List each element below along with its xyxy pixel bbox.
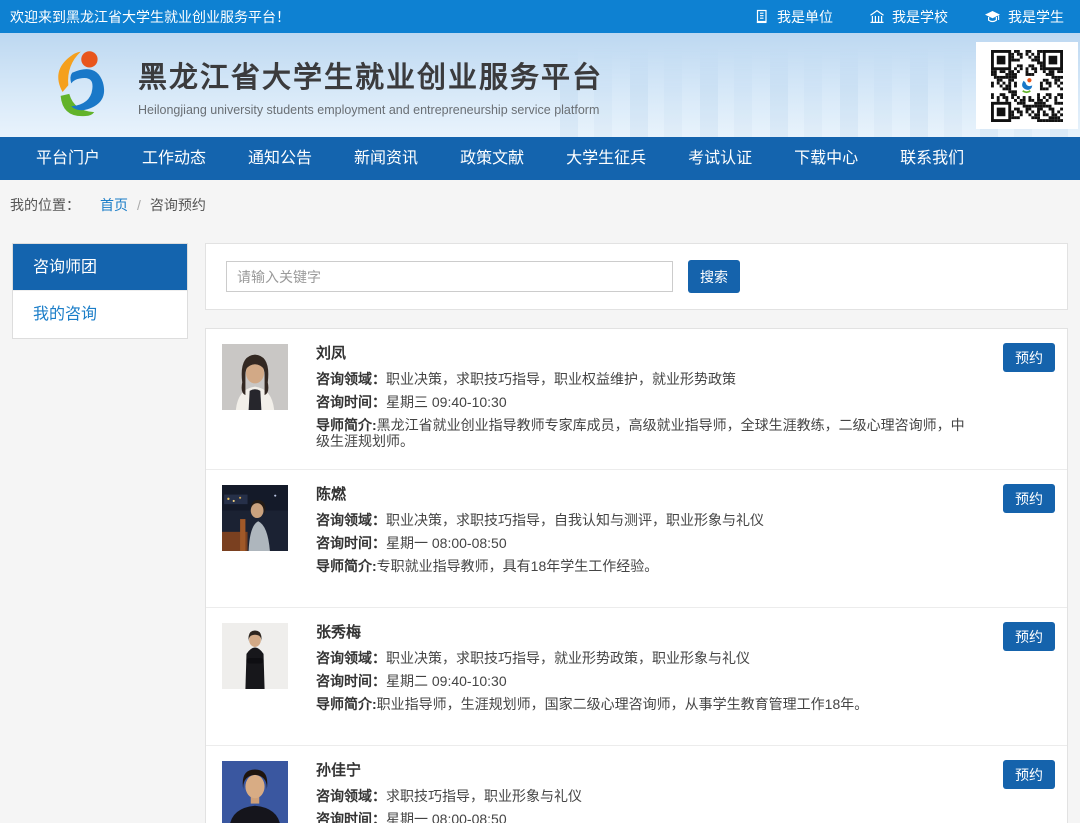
school-icon [869,9,885,24]
breadcrumb-label: 我的位置： [10,195,80,215]
time-label: 咨询时间： [316,535,386,551]
breadcrumb-separator: / [137,197,141,213]
i-am-unit-label: 我是单位 [777,7,833,27]
consultant-time: 咨询时间：星期二 09:40-10:30 [316,673,971,689]
qr-code [976,42,1078,129]
fields-value: 职业决策，求职技巧指导，自我认知与测评，职业形象与礼仪 [386,512,764,528]
site-title: 黑龙江省大学生就业创业服务平台 [138,54,603,96]
nav-item-7[interactable]: 下载中心 [773,137,879,180]
consultant-name: 孙佳宁 [316,761,971,781]
consultant-fields: 咨询领域：职业决策，求职技巧指导，就业形势政策，职业形象与礼仪 [316,650,971,666]
fields-label: 咨询领域： [316,371,386,387]
welcome-text: 欢迎来到黑龙江省大学生就业创业服务平台！ [10,7,290,27]
book-button[interactable]: 预约 [1003,760,1055,789]
intro-label: 导师简介: [316,417,377,433]
time-value: 星期二 09:40-10:30 [386,673,507,689]
i-am-school-link[interactable]: 我是学校 [869,7,948,27]
time-value: 星期一 08:00-08:50 [386,811,507,823]
book-button[interactable]: 预约 [1003,343,1055,372]
student-icon [984,9,1001,24]
nav-item-2[interactable]: 通知公告 [227,137,333,180]
book-button[interactable]: 预约 [1003,484,1055,513]
consultant-card: 孙佳宁 咨询领域：求职技巧指导，职业形象与礼仪 咨询时间：星期一 08:00-0… [206,746,1067,823]
nav-item-0[interactable]: 平台门户 [15,137,121,180]
i-am-student-label: 我是学生 [1008,7,1064,27]
sidebar: 咨询师团 我的咨询 [12,243,188,339]
consultant-photo [222,485,288,551]
intro-label: 导师简介: [316,558,377,574]
consultant-info: 陈燃 咨询领域：职业决策，求职技巧指导，自我认知与测评，职业形象与礼仪 咨询时间… [316,485,971,574]
consultant-fields: 咨询领域：职业决策，求职技巧指导，职业权益维护，就业形势政策 [316,371,971,387]
main-panel: 搜索 刘凤 咨询领域：职业决策，求职技巧指导，职业权益维护，就业形势政策 咨询时… [205,243,1068,823]
i-am-student-link[interactable]: 我是学生 [984,7,1064,27]
sidebar-item-my-consultations[interactable]: 我的咨询 [13,291,187,338]
site-subtitle: Heilongjiang university students employm… [138,103,603,117]
breadcrumb-current: 咨询预约 [150,195,206,215]
consultant-card: 刘凤 咨询领域：职业决策，求职技巧指导，职业权益维护，就业形势政策 咨询时间：星… [206,329,1067,470]
consultant-fields: 咨询领域：职业决策，求职技巧指导，自我认知与测评，职业形象与礼仪 [316,512,971,528]
consultant-fields: 咨询领域：求职技巧指导，职业形象与礼仪 [316,788,971,804]
consultant-intro: 导师简介:职业指导师，生涯规划师，国家二级心理咨询师，从事学生教育管理工作18年… [316,696,971,712]
nav-item-1[interactable]: 工作动态 [121,137,227,180]
unit-icon [755,9,770,24]
consultant-list: 刘凤 咨询领域：职业决策，求职技巧指导，职业权益维护，就业形势政策 咨询时间：星… [205,328,1068,823]
i-am-school-label: 我是学校 [892,7,948,27]
search-input[interactable] [226,261,673,292]
nav-item-4[interactable]: 政策文献 [439,137,545,180]
fields-value: 职业决策，求职技巧指导，就业形势政策，职业形象与礼仪 [386,650,750,666]
brand-block: 黑龙江省大学生就业创业服务平台 Heilongjiang university … [138,54,603,117]
sidebar-item-consultant-team[interactable]: 咨询师团 [13,244,187,291]
consultant-name: 陈燃 [316,485,971,505]
breadcrumb: 我的位置： 首页 / 咨询预约 [0,180,1080,230]
nav-item-8[interactable]: 联系我们 [879,137,985,180]
time-value: 星期一 08:00-08:50 [386,535,507,551]
book-button[interactable]: 预约 [1003,622,1055,651]
time-label: 咨询时间： [316,673,386,689]
site-logo-icon [28,44,124,126]
intro-value: 专职就业指导教师，具有18年学生工作经验。 [377,558,659,574]
time-label: 咨询时间： [316,394,386,410]
consultant-time: 咨询时间：星期一 08:00-08:50 [316,811,971,823]
consultant-time: 咨询时间：星期一 08:00-08:50 [316,535,971,551]
i-am-unit-link[interactable]: 我是单位 [755,7,833,27]
consultant-intro: 导师简介:专职就业指导教师，具有18年学生工作经验。 [316,558,971,574]
fields-label: 咨询领域： [316,788,386,804]
breadcrumb-home-link[interactable]: 首页 [100,195,128,215]
nav-item-6[interactable]: 考试认证 [667,137,773,180]
consultant-photo [222,761,288,823]
nav-item-3[interactable]: 新闻资讯 [333,137,439,180]
intro-value: 黑龙江省就业创业指导教师专家库成员，高级就业指导师，全球生涯教练，二级心理咨询师… [316,417,965,449]
consultant-card: 陈燃 咨询领域：职业决策，求职技巧指导，自我认知与测评，职业形象与礼仪 咨询时间… [206,470,1067,608]
topbar-links: 我是单位 我是学校 我是学生 [755,7,1064,27]
consultant-photo [222,344,288,410]
consultant-info: 张秀梅 咨询领域：职业决策，求职技巧指导，就业形势政策，职业形象与礼仪 咨询时间… [316,623,971,712]
consultant-time: 咨询时间：星期三 09:40-10:30 [316,394,971,410]
site-header: 黑龙江省大学生就业创业服务平台 Heilongjiang university … [0,33,1080,137]
time-label: 咨询时间： [316,811,386,823]
fields-value: 职业决策，求职技巧指导，职业权益维护，就业形势政策 [386,371,736,387]
intro-value: 职业指导师，生涯规划师，国家二级心理咨询师，从事学生教育管理工作18年。 [377,696,869,712]
fields-label: 咨询领域： [316,650,386,666]
top-bar: 欢迎来到黑龙江省大学生就业创业服务平台！ 我是单位 我是学校 我是学生 [0,0,1080,33]
consultant-info: 刘凤 咨询领域：职业决策，求职技巧指导，职业权益维护，就业形势政策 咨询时间：星… [316,344,971,449]
time-value: 星期三 09:40-10:30 [386,394,507,410]
page-content: 咨询师团 我的咨询 搜索 刘凤 咨询领域：职业决策，求职技巧指导，职业权益维护，… [0,230,1080,823]
consultant-card: 张秀梅 咨询领域：职业决策，求职技巧指导，就业形势政策，职业形象与礼仪 咨询时间… [206,608,1067,746]
consultant-name: 刘凤 [316,344,971,364]
search-button[interactable]: 搜索 [688,260,740,293]
intro-label: 导师简介: [316,696,377,712]
fields-label: 咨询领域： [316,512,386,528]
consultant-name: 张秀梅 [316,623,971,643]
consultant-intro: 导师简介:黑龙江省就业创业指导教师专家库成员，高级就业指导师，全球生涯教练，二级… [316,417,971,449]
main-nav: 平台门户工作动态通知公告新闻资讯政策文献大学生征兵考试认证下载中心联系我们 [0,137,1080,180]
consultant-info: 孙佳宁 咨询领域：求职技巧指导，职业形象与礼仪 咨询时间：星期一 08:00-0… [316,761,971,823]
nav-item-5[interactable]: 大学生征兵 [545,137,667,180]
fields-value: 求职技巧指导，职业形象与礼仪 [386,788,582,804]
consultant-photo [222,623,288,689]
search-panel: 搜索 [205,243,1068,310]
